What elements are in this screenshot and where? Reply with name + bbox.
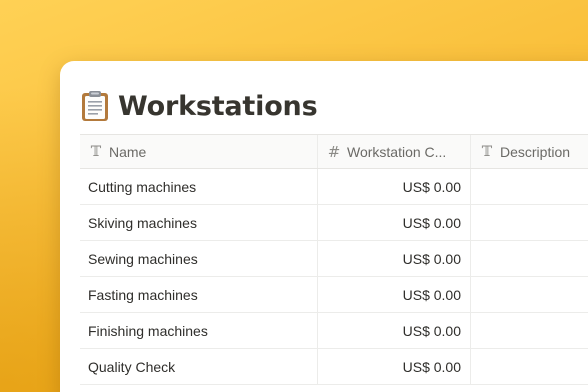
table-row[interactable]: Quality Check US$ 0.00 <box>80 349 588 385</box>
table-row[interactable]: Sewing machines US$ 0.00 <box>80 241 588 277</box>
description-cell[interactable] <box>471 241 588 276</box>
workstation-cost-cell[interactable]: US$ 0.00 <box>318 349 471 384</box>
name-cell[interactable]: Finishing machines <box>80 313 318 348</box>
workstations-table: 𝕋 Name # Workstation C... 𝕋 Description … <box>80 134 588 385</box>
column-header-label: Workstation C... <box>347 143 447 160</box>
page-title: Workstations <box>118 90 318 122</box>
workstation-cost-cell[interactable]: US$ 0.00 <box>318 241 471 276</box>
table-header-row: 𝕋 Name # Workstation C... 𝕋 Description <box>80 135 588 169</box>
column-header-label: Name <box>109 143 147 160</box>
database-panel: Workstations 𝕋 Name # Workstation C... 𝕋… <box>60 61 588 392</box>
title-row: Workstations <box>81 88 318 124</box>
column-header-label: Description <box>500 143 571 160</box>
table-row[interactable]: Fasting machines US$ 0.00 <box>80 277 588 313</box>
number-type-icon: # <box>327 142 341 161</box>
name-cell[interactable]: Sewing machines <box>80 241 318 276</box>
table-row[interactable]: Skiving machines US$ 0.00 <box>80 205 588 241</box>
workstation-cost-cell[interactable]: US$ 0.00 <box>318 277 471 312</box>
name-cell[interactable]: Skiving machines <box>80 205 318 240</box>
column-header-workstation-cost[interactable]: # Workstation C... <box>318 135 471 168</box>
table-row[interactable]: Finishing machines US$ 0.00 <box>80 313 588 349</box>
description-cell[interactable] <box>471 313 588 348</box>
text-type-icon: 𝕋 <box>90 143 102 160</box>
name-cell[interactable]: Quality Check <box>80 349 318 384</box>
text-type-icon: 𝕋 <box>481 143 493 160</box>
workstation-cost-cell[interactable]: US$ 0.00 <box>318 169 471 204</box>
workstation-cost-cell[interactable]: US$ 0.00 <box>318 313 471 348</box>
table-row[interactable]: Cutting machines US$ 0.00 <box>80 169 588 205</box>
description-cell[interactable] <box>471 277 588 312</box>
description-cell[interactable] <box>471 169 588 204</box>
column-header-description[interactable]: 𝕋 Description <box>471 135 588 168</box>
workstation-cost-cell[interactable]: US$ 0.00 <box>318 205 471 240</box>
name-cell[interactable]: Fasting machines <box>80 277 318 312</box>
clipboard-icon[interactable] <box>81 90 109 122</box>
column-header-name[interactable]: 𝕋 Name <box>80 135 318 168</box>
description-cell[interactable] <box>471 349 588 384</box>
name-cell[interactable]: Cutting machines <box>80 169 318 204</box>
description-cell[interactable] <box>471 205 588 240</box>
